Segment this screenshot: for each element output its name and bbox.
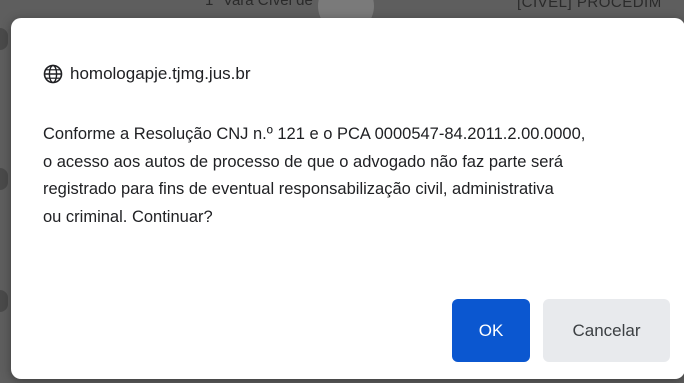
dialog-message: Conforme a Resolução CNJ n.º 121 e o PCA… xyxy=(43,125,586,226)
cancel-button[interactable]: Cancelar xyxy=(543,299,670,362)
background-edge-marker xyxy=(0,168,8,190)
background-vara-text: 1ª Vara Cível de xyxy=(205,0,313,9)
background-edge-marker xyxy=(0,28,8,50)
dialog-origin-text: homologapje.tjmg.jus.br xyxy=(70,64,251,83)
background-class-text: [CÍVEL] PROCEDIM xyxy=(517,0,662,11)
globe-icon xyxy=(43,64,63,84)
ok-button[interactable]: OK xyxy=(452,299,530,362)
confirm-dialog: homologapje.tjmg.jus.br Conforme a Resol… xyxy=(11,18,684,379)
background-edge-marker xyxy=(0,290,8,312)
dialog-origin: homologapje.tjmg.jus.br xyxy=(43,64,250,84)
